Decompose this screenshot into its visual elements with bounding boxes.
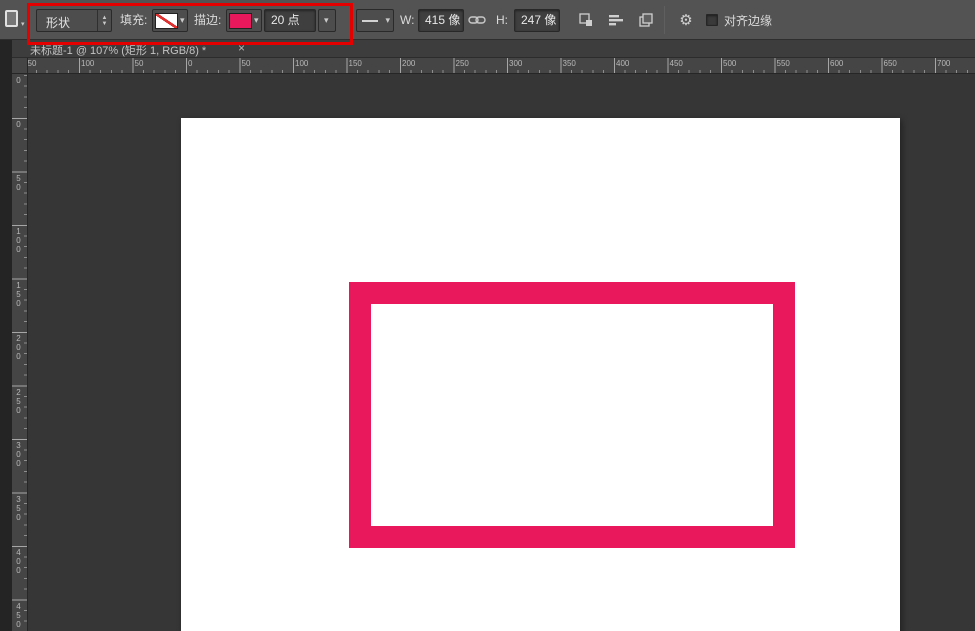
ruler-label: 200 <box>14 334 23 361</box>
ruler-label: 450 <box>14 602 23 629</box>
ruler-label: 250 <box>14 388 23 415</box>
ruler-label: 100 <box>14 227 23 254</box>
ruler-label: 150 <box>14 281 23 308</box>
app-edge-strip <box>0 40 12 631</box>
document-tab-bar: 未标题-1 @ 107% (矩形 1, RGB/8) * × <box>12 40 975 58</box>
ruler-label: 350 <box>14 495 23 522</box>
chevron-down-icon: ▾ <box>385 16 390 25</box>
spinner-down-icon: ▼ <box>102 21 108 27</box>
stroke-swatch-button[interactable]: ▾ <box>226 9 262 32</box>
chevron-down-icon: ▾ <box>254 16 259 25</box>
stroke-color-swatch <box>229 13 252 29</box>
ruler-label: 200 <box>402 59 415 68</box>
ruler-label: 150 <box>349 59 362 68</box>
align-edges-checkbox[interactable] <box>706 14 718 26</box>
width-input[interactable]: 415 像 <box>418 9 464 32</box>
ruler-label: 550 <box>777 59 790 68</box>
canvas[interactable] <box>181 118 900 631</box>
ruler-label: 50 <box>242 59 251 68</box>
gear-icon: ⚙ <box>679 11 692 29</box>
ruler-label: 100 <box>81 59 94 68</box>
ruler-label: 250 <box>456 59 469 68</box>
document-tab-title[interactable]: 未标题-1 @ 107% (矩形 1, RGB/8) * <box>30 42 206 58</box>
chevron-down-icon: ▾ <box>21 20 25 28</box>
fill-none-swatch <box>155 13 178 29</box>
ruler-label: 0 <box>14 120 23 129</box>
ruler-label: 300 <box>509 59 522 68</box>
align-button[interactable] <box>604 8 628 32</box>
arrange-button[interactable] <box>634 8 658 32</box>
link-dimensions-icon[interactable] <box>466 8 488 32</box>
options-bar: ▾ 形状 ▲ ▼ 填充: ▾ 描边: ▾ 20 点 ▾ ▾ W: 415 像 H… <box>0 0 975 40</box>
width-label: W: <box>400 13 414 27</box>
align-edges-label: 对齐边缘 <box>724 14 772 28</box>
ruler-label: 500 <box>723 59 736 68</box>
ruler-label: 400 <box>616 59 629 68</box>
ruler-label: 600 <box>830 59 843 68</box>
fill-swatch-button[interactable]: ▾ <box>152 9 188 32</box>
ruler-label: 700 <box>937 59 950 68</box>
stroke-width-input[interactable]: 20 点 <box>264 9 316 32</box>
solid-line-icon <box>362 20 378 22</box>
tool-mode-select[interactable]: 形状 ▲ ▼ <box>36 9 112 32</box>
tool-preset-button[interactable]: ▾ <box>3 8 29 34</box>
stroke-type-select[interactable]: ▾ <box>356 9 394 32</box>
tool-mode-value: 形状 <box>46 14 70 31</box>
chevron-down-icon: ▾ <box>324 16 329 25</box>
pasteboard[interactable] <box>28 74 975 631</box>
height-label: H: <box>496 13 508 27</box>
stroke-width-dropdown[interactable]: ▾ <box>318 9 336 32</box>
ruler-label: 100 <box>295 59 308 68</box>
chevron-down-icon: ▾ <box>180 16 185 25</box>
ruler-label: 50 <box>28 59 36 68</box>
ruler-label: 300 <box>14 441 23 468</box>
ruler-label: 400 <box>14 548 23 575</box>
shape-rect[interactable] <box>349 282 795 548</box>
ruler-vertical[interactable]: 50 0 50 100 150 200 250 300 350 400 450 <box>12 74 28 631</box>
close-icon[interactable]: × <box>238 41 245 55</box>
ruler-label: 50 <box>14 74 23 85</box>
spinner-arrows-icon[interactable]: ▲ ▼ <box>97 10 111 31</box>
rectangle-tool-icon <box>5 10 18 27</box>
separator <box>664 6 665 34</box>
fill-label: 填充: <box>120 13 147 27</box>
stroke-label: 描边: <box>194 13 221 27</box>
ruler-corner[interactable] <box>12 58 28 74</box>
ruler-label: 50 <box>14 174 23 192</box>
ruler-label: 650 <box>884 59 897 68</box>
ruler-label: 50 <box>135 59 144 68</box>
height-input[interactable]: 247 像 <box>514 9 560 32</box>
combine-shapes-button[interactable] <box>574 8 598 32</box>
ruler-horizontal[interactable]: 5010050050100150200250300350400450500550… <box>28 58 975 74</box>
ruler-label: 0 <box>188 59 192 68</box>
ruler-label: 350 <box>563 59 576 68</box>
gear-button[interactable]: ⚙ <box>674 8 698 32</box>
ruler-label: 450 <box>670 59 683 68</box>
